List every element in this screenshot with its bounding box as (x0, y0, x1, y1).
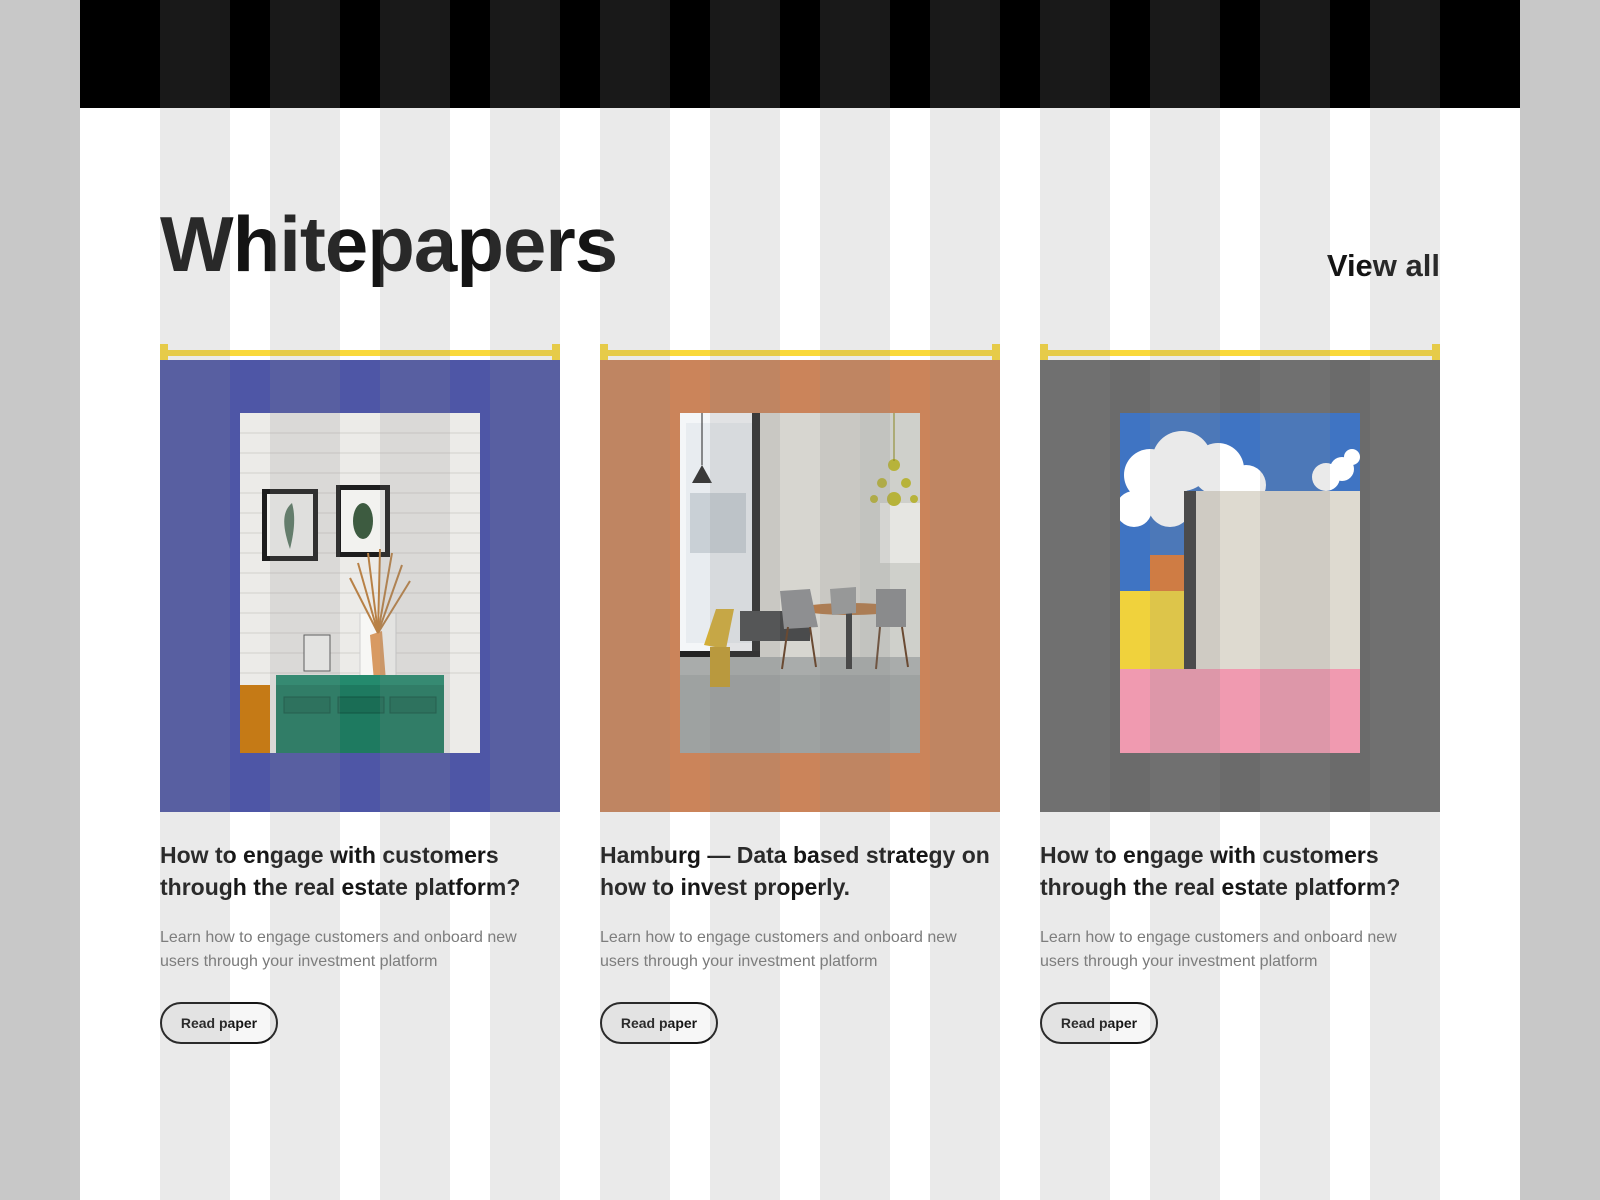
architecture-photo-icon (1120, 413, 1360, 753)
top-bar (80, 0, 1520, 108)
card-title: How to engage with customers through the… (1040, 842, 1401, 900)
card-image (240, 413, 480, 753)
section-title: Whitepapers (160, 200, 618, 288)
selection-bar (600, 344, 1000, 362)
view-all-link[interactable]: View all (1327, 248, 1440, 284)
card-description: Learn how to engage customers and onboar… (160, 929, 517, 970)
dining-room-photo-icon (680, 413, 920, 753)
interior-photo-icon (240, 413, 480, 753)
card-image (680, 413, 920, 753)
card-image (1120, 413, 1360, 753)
card-title: Hamburg — Data based strategy on how to … (600, 842, 990, 900)
card-media (160, 360, 560, 812)
card-media (600, 360, 1000, 812)
page-frame: Whitepapers View all How to engage with … (80, 0, 1520, 1200)
read-paper-button[interactable]: Read paper (600, 1002, 718, 1044)
selection-bar (160, 344, 560, 362)
read-paper-button[interactable]: Read paper (160, 1002, 278, 1044)
card-description: Learn how to engage customers and onboar… (1040, 929, 1397, 970)
card-title: How to engage with customers through the… (160, 842, 521, 900)
card-description: Learn how to engage customers and onboar… (600, 929, 957, 970)
read-paper-button[interactable]: Read paper (1040, 1002, 1158, 1044)
card-media (1040, 360, 1440, 812)
selection-bar (1040, 344, 1440, 362)
